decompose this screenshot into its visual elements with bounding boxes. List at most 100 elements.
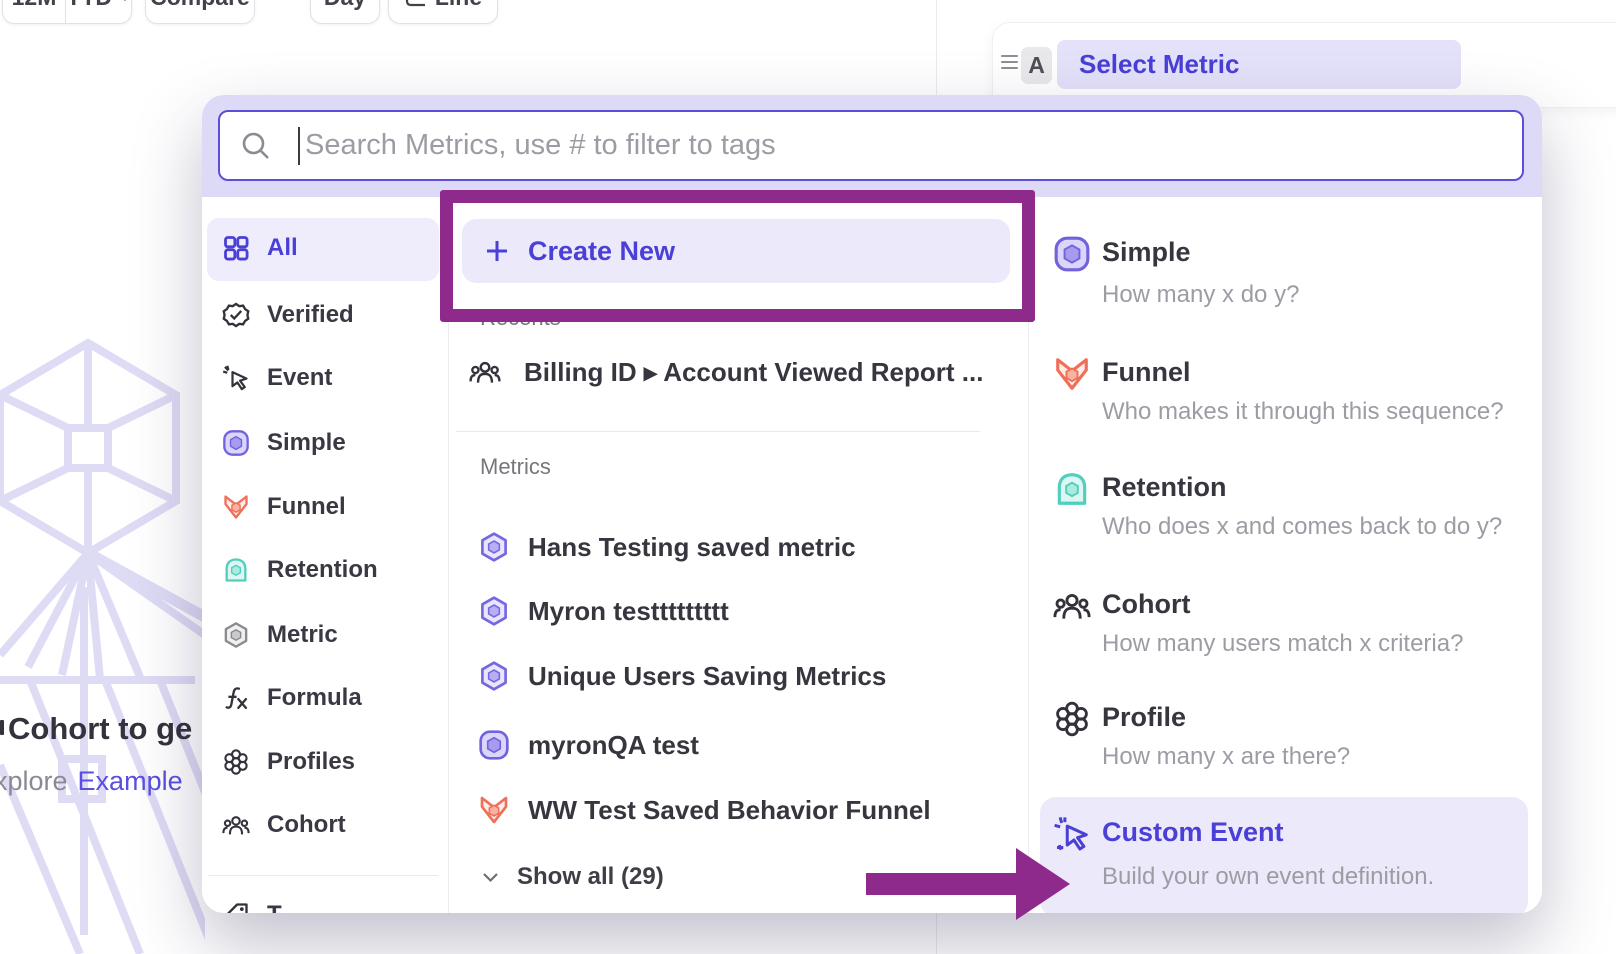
saved-metric-row[interactable]: Hans Testing saved metric bbox=[448, 515, 1028, 579]
clipped-letter-fragment bbox=[0, 720, 4, 735]
category-retention[interactable]: Retention bbox=[202, 538, 448, 602]
type-profile[interactable]: Profile bbox=[1102, 702, 1186, 733]
saved-metric-row[interactable]: myronQA test bbox=[448, 713, 1028, 777]
cursor-click-icon bbox=[222, 364, 250, 392]
saved-metric-label: Myron testtttttttt bbox=[528, 596, 729, 627]
screen: 12M YTD Compare Day Line bbox=[0, 0, 1616, 954]
type-profile-desc: How many x are there? bbox=[1102, 743, 1350, 771]
recent-item-label: Billing ID ▸ Account Viewed Report ... bbox=[524, 357, 983, 388]
type-custom-event[interactable]: Custom Event bbox=[1102, 817, 1284, 848]
series-a-badge: A bbox=[1021, 47, 1052, 84]
explore-text: xplore bbox=[0, 766, 68, 796]
type-cohort[interactable]: Cohort bbox=[1102, 589, 1190, 620]
category-label: Simple bbox=[267, 429, 346, 457]
example-link[interactable]: Example bbox=[78, 766, 183, 796]
search-input[interactable]: Search Metrics, use # to filter to tags bbox=[218, 110, 1524, 181]
type-cohort-desc: How many users match x criteria? bbox=[1102, 630, 1463, 658]
category-label: T bbox=[267, 901, 282, 913]
chevron-down-icon bbox=[482, 872, 499, 883]
category-tags-partial[interactable]: T bbox=[202, 883, 448, 913]
granularity-day-button[interactable]: Day bbox=[310, 0, 380, 24]
metric-hexagon-icon bbox=[478, 595, 510, 627]
type-simple-desc: How many x do y? bbox=[1102, 281, 1299, 309]
category-profiles[interactable]: Profiles bbox=[202, 730, 448, 794]
cohort-icon bbox=[222, 811, 250, 839]
empty-state-illustration bbox=[0, 335, 205, 954]
saved-metric-row[interactable]: WW Test Saved Behavior Funnel bbox=[448, 778, 1028, 842]
category-simple[interactable]: Simple bbox=[202, 411, 448, 475]
cohort-icon bbox=[468, 356, 502, 388]
annotation-arrow bbox=[860, 842, 1075, 926]
category-label: Formula bbox=[267, 684, 362, 712]
type-custom-event-desc: Build your own event definition. bbox=[1102, 863, 1434, 891]
simple-metric-icon bbox=[1053, 235, 1091, 273]
formula-icon bbox=[222, 684, 250, 712]
line-button-label: Line bbox=[435, 0, 482, 11]
chart-type-line-button[interactable]: Line bbox=[388, 0, 498, 24]
retention-icon bbox=[1053, 470, 1091, 508]
tag-icon bbox=[222, 901, 250, 913]
type-funnel-desc: Who makes it through this sequence? bbox=[1102, 398, 1504, 426]
category-funnel[interactable]: Funnel bbox=[202, 475, 448, 539]
category-label: All bbox=[267, 234, 298, 262]
profiles-icon bbox=[1053, 700, 1091, 738]
select-metric-field[interactable]: Select Metric bbox=[1057, 40, 1461, 89]
simple-metric-icon bbox=[478, 729, 510, 761]
category-label: Retention bbox=[267, 556, 378, 584]
category-metric[interactable]: Metric bbox=[202, 603, 448, 667]
simple-metric-icon bbox=[222, 429, 250, 457]
date-range-segmented-control: 12M YTD bbox=[2, 0, 132, 24]
type-funnel[interactable]: Funnel bbox=[1102, 357, 1191, 388]
annotation-highlight-box bbox=[440, 190, 1035, 322]
metric-hexagon-icon bbox=[478, 531, 510, 563]
recents-metrics-divider bbox=[456, 431, 980, 432]
range-12m-button[interactable]: 12M bbox=[3, 0, 66, 23]
cohort-icon bbox=[1053, 587, 1091, 625]
type-simple[interactable]: Simple bbox=[1102, 237, 1191, 268]
category-label: Profiles bbox=[267, 748, 355, 776]
category-label: Verified bbox=[267, 301, 354, 329]
funnel-icon bbox=[1053, 355, 1091, 393]
range-ytd-button[interactable]: YTD bbox=[66, 0, 131, 23]
verified-badge-icon bbox=[222, 301, 250, 329]
search-placeholder: Search Metrics, use # to filter to tags bbox=[305, 129, 776, 162]
explore-line: xplore Example bbox=[0, 766, 183, 797]
compare-button[interactable]: Compare bbox=[145, 0, 255, 24]
range-ytd-label: YTD bbox=[66, 0, 112, 11]
custom-event-highlight[interactable] bbox=[1040, 797, 1528, 913]
funnel-icon bbox=[478, 794, 510, 826]
category-verified[interactable]: Verified bbox=[202, 283, 448, 347]
type-retention[interactable]: Retention bbox=[1102, 472, 1227, 503]
metrics-section-label: Metrics bbox=[480, 454, 551, 480]
text-cursor bbox=[298, 127, 300, 165]
funnel-icon bbox=[222, 493, 250, 521]
chevron-down-icon bbox=[119, 0, 131, 1]
show-all-label: Show all (29) bbox=[517, 863, 664, 891]
saved-metric-label: myronQA test bbox=[528, 730, 699, 761]
category-event[interactable]: Event bbox=[202, 346, 448, 410]
search-icon bbox=[240, 130, 272, 162]
recent-item[interactable]: Billing ID ▸ Account Viewed Report ... bbox=[448, 341, 1028, 403]
sidebar-bottom-divider bbox=[208, 875, 438, 876]
saved-metric-row[interactable]: Unique Users Saving Metrics bbox=[448, 644, 1028, 708]
grid-icon bbox=[222, 234, 250, 262]
saved-metric-label: Hans Testing saved metric bbox=[528, 532, 856, 563]
saved-metric-label: WW Test Saved Behavior Funnel bbox=[528, 795, 931, 826]
category-label: Metric bbox=[267, 621, 338, 649]
retention-icon bbox=[222, 556, 250, 584]
category-cohort[interactable]: Cohort bbox=[202, 793, 448, 857]
saved-metric-row[interactable]: Myron testtttttttt bbox=[448, 579, 1028, 643]
category-label: Funnel bbox=[267, 493, 346, 521]
type-retention-desc: Who does x and comes back to do y? bbox=[1102, 513, 1502, 541]
category-all[interactable]: All bbox=[202, 216, 448, 280]
category-label: Cohort bbox=[267, 811, 346, 839]
line-chart-icon bbox=[404, 0, 426, 8]
saved-metric-label: Unique Users Saving Metrics bbox=[528, 661, 886, 692]
metric-hexagon-icon bbox=[222, 621, 250, 649]
category-formula[interactable]: Formula bbox=[202, 666, 448, 730]
empty-state-headline: Cohort to ge bbox=[8, 711, 192, 747]
category-label: Event bbox=[267, 364, 332, 392]
drag-handle-icon[interactable] bbox=[1001, 51, 1018, 73]
metric-hexagon-icon bbox=[478, 660, 510, 692]
profiles-icon bbox=[222, 748, 250, 776]
